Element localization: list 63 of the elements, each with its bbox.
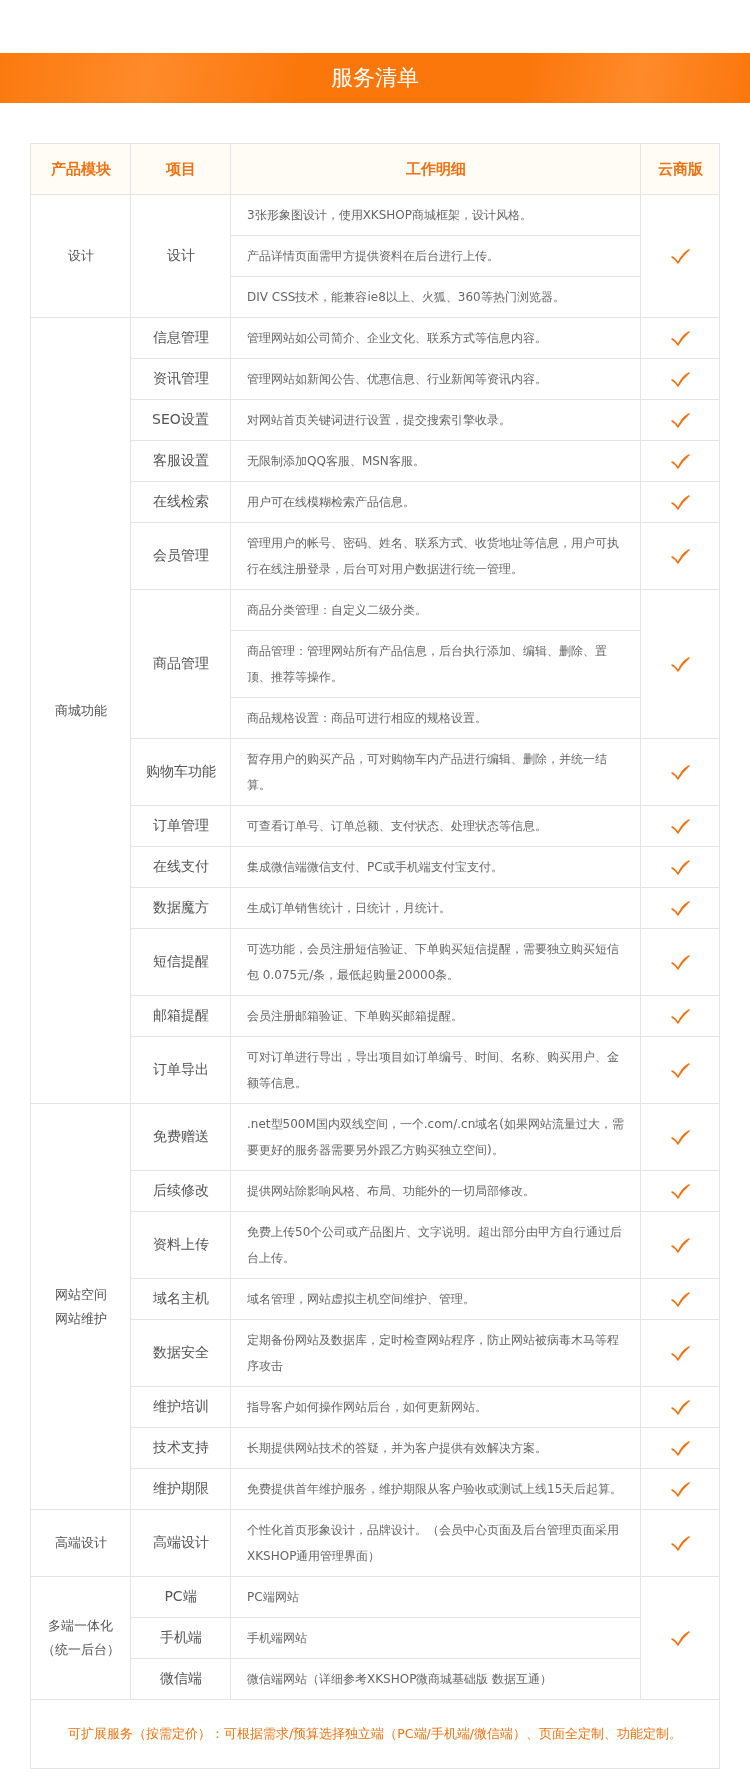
column-header: 产品模块 (30, 143, 131, 195)
item-cell: 技术支持 (130, 1427, 231, 1469)
detail-cell: 长期提供网站技术的答疑，并为客户提供有效解决方案。 (230, 1427, 641, 1469)
detail-cell: PC端网站 (230, 1576, 641, 1618)
detail-cell: .net型500M国内双线空间，一个.com/.cn域名(如果网站流量过大，需要更好的服务器需要另外跟乙方购买独立空间)。 (230, 1103, 641, 1171)
detail-cell: 可选功能，会员注册短信验证、下单购买短信提醒，需要独立购买短信包 0.075元/条，最低起购量20000条。 (230, 928, 641, 996)
detail-cell: 可查看订单号、订单总额、支付状态、处理状态等信息。 (230, 805, 641, 847)
detail-cell: 提供网站除影响风格、布局、功能外的一切局部修改。 (230, 1170, 641, 1212)
item-cell: 高端设计 (130, 1509, 231, 1577)
module-cell: 高端设计 (30, 1509, 131, 1577)
detail-cell: 管理用户的帐号、密码、姓名、联系方式、收货地址等信息，用户可执行在线注册登录，后台可对用户数据进行统一管理。 (230, 522, 641, 590)
item-cell: PC端 (130, 1576, 231, 1618)
item-cell: 邮箱提醒 (130, 995, 231, 1037)
item-cell: 会员管理 (130, 522, 231, 590)
item-cell: 免费赠送 (130, 1103, 231, 1171)
detail-cell: 集成微信端微信支付、PC或手机端支付宝支付。 (230, 846, 641, 888)
column-header: 项目 (130, 143, 231, 195)
item-cell: 订单管理 (130, 805, 231, 847)
item-cell: 数据安全 (130, 1319, 231, 1387)
detail-cell: 管理网站如新闻公告、优惠信息、行业新闻等资讯内容。 (230, 358, 641, 400)
detail-cell: 商品分类管理：自定义二级分类。 (230, 589, 641, 631)
item-cell: 手机端 (130, 1617, 231, 1659)
item-cell: 订单导出 (130, 1036, 231, 1104)
detail-cell: 免费上传50个公司或产品图片、文字说明。超出部分由甲方自行通过后台上传。 (230, 1211, 641, 1279)
module-cell: 多端一体化 （统一后台） (30, 1576, 131, 1700)
item-cell: 在线支付 (130, 846, 231, 888)
detail-cell: 对网站首页关键词进行设置，提交搜索引擎收录。 (230, 399, 641, 441)
detail-cell: 生成订单销售统计，日统计，月统计。 (230, 887, 641, 929)
detail-cell: 用户可在线模糊检索产品信息。 (230, 481, 641, 523)
item-cell: 资料上传 (130, 1211, 231, 1279)
module-cell: 网站空间 网站维护 (30, 1103, 131, 1510)
footer-note: 可扩展服务（按需定价）：可根据需求/预算选择独立端（PC端/手机端/微信端）、页面全定制、功能定制。 (30, 1699, 720, 1769)
item-cell: 维护期限 (130, 1468, 231, 1510)
detail-cell: 管理网站如公司简介、企业文化、联系方式等信息内容。 (230, 317, 641, 359)
detail-cell: 个性化首页形象设计，品牌设计。（会员中心页面及后台管理页面采用XKSHOP通用管理界面） (230, 1509, 641, 1577)
detail-cell: 无限制添加QQ客服、MSN客服。 (230, 440, 641, 482)
module-cell: 设计 (30, 194, 131, 318)
column-header: 工作明细 (230, 143, 641, 195)
column-header: 云商版 (640, 143, 720, 195)
item-cell: 后续修改 (130, 1170, 231, 1212)
item-cell: 域名主机 (130, 1278, 231, 1320)
detail-cell: 3张形象图设计，使用XKSHOP商城框架，设计风格。 (230, 194, 641, 236)
detail-cell: 免费提供首年维护服务，维护期限从客户验收或测试上线15天后起算。 (230, 1468, 641, 1510)
item-cell: 商品管理 (130, 589, 231, 739)
item-cell: 信息管理 (130, 317, 231, 359)
item-cell: 在线检索 (130, 481, 231, 523)
detail-cell: 可对订单进行导出，导出项目如订单编号、时间、名称、购买用户、金额等信息。 (230, 1036, 641, 1104)
detail-cell: 暂存用户的购买产品，可对购物车内产品进行编辑、删除，并统一结算。 (230, 738, 641, 806)
item-cell: 资讯管理 (130, 358, 231, 400)
item-cell: 微信端 (130, 1658, 231, 1700)
detail-cell: 域名管理，网站虚拟主机空间维护、管理。 (230, 1278, 641, 1320)
module-cell: 商城功能 (30, 317, 131, 1104)
detail-cell: 定期备份网站及数据库，定时检查网站程序，防止网站被病毒木马等程序攻击 (230, 1319, 641, 1387)
detail-cell: 指导客户如何操作网站后台，如何更新网站。 (230, 1386, 641, 1428)
item-cell: 设计 (130, 194, 231, 318)
item-cell: 数据魔方 (130, 887, 231, 929)
item-cell: 客服设置 (130, 440, 231, 482)
item-cell: SEO设置 (130, 399, 231, 441)
banner-title: 服务清单 (331, 64, 419, 92)
item-cell: 短信提醒 (130, 928, 231, 996)
item-cell: 购物车功能 (130, 738, 231, 806)
detail-cell: 会员注册邮箱验证、下单购买邮箱提醒。 (230, 995, 641, 1037)
item-cell: 维护培训 (130, 1386, 231, 1428)
